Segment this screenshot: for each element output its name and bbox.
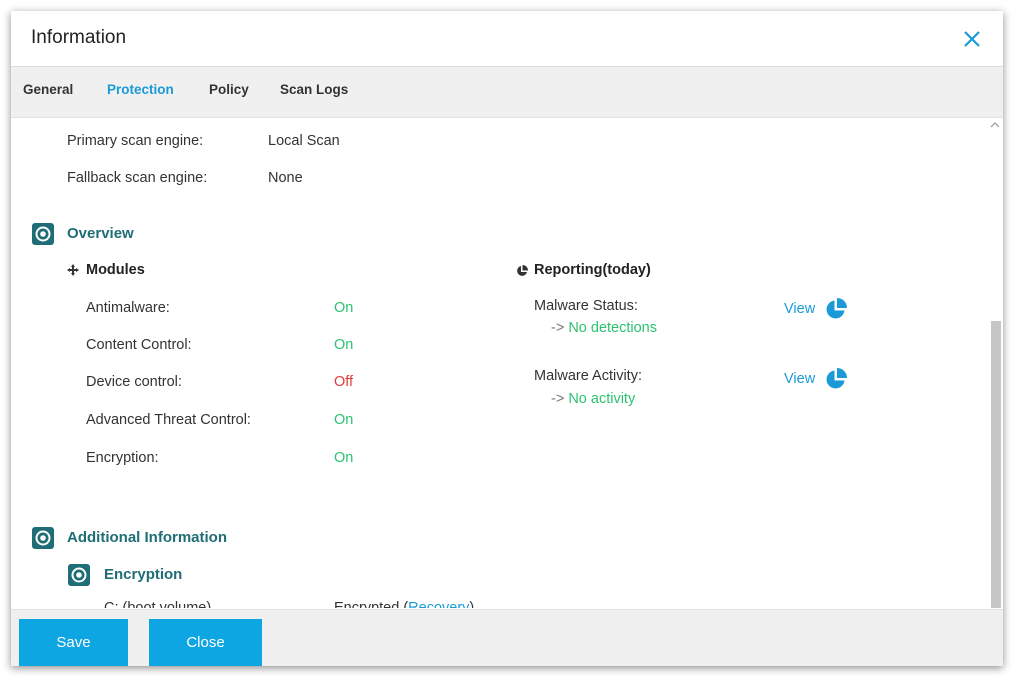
malware-activity-value: No activity — [568, 391, 636, 407]
module-content-control-status: On — [334, 337, 354, 353]
malware-activity-view-link[interactable]: View — [784, 371, 815, 387]
reporting-pie-chart-icon — [517, 265, 528, 276]
save-button[interactable]: Save — [19, 619, 128, 666]
module-device-control-status: Off — [334, 374, 354, 390]
close-icon[interactable] — [961, 28, 983, 50]
fallback-scan-engine-label: Fallback scan engine: — [67, 170, 208, 186]
scrollbar-thumb[interactable] — [991, 321, 1001, 608]
encryption-target-icon — [68, 564, 90, 586]
module-advanced-threat-control-label: Advanced Threat Control: — [86, 412, 251, 428]
arrow-text: -> — [551, 391, 565, 407]
overview-title: Overview — [67, 225, 134, 242]
module-antimalware-status: On — [334, 300, 354, 316]
dialog-title: Information — [31, 27, 127, 48]
module-encryption-status: On — [334, 450, 354, 466]
arrow-text: -> — [551, 320, 565, 336]
close-button[interactable]: Close — [149, 619, 262, 666]
module-advanced-threat-control-status: On — [334, 412, 354, 428]
dialog-header: Information — [11, 11, 1003, 67]
malware-activity-label: Malware Activity: — [534, 368, 642, 384]
malware-activity-detail: -> No activity — [551, 391, 635, 407]
tab-scan-logs[interactable]: Scan Logs — [280, 67, 348, 117]
encryption-title: Encryption — [104, 566, 183, 583]
tab-bar: General Protection Policy Scan Logs — [11, 67, 1003, 118]
primary-scan-engine-label: Primary scan engine: — [67, 133, 204, 149]
reporting-title: Reporting(today) — [534, 262, 651, 278]
malware-status-detail: -> No detections — [551, 320, 657, 336]
content-scrollbar[interactable] — [987, 118, 1003, 608]
pie-chart-icon[interactable] — [825, 298, 847, 320]
module-encryption-label: Encryption: — [86, 450, 159, 466]
tab-policy[interactable]: Policy — [209, 67, 249, 117]
module-content-control-label: Content Control: — [86, 337, 192, 353]
malware-status-view-link[interactable]: View — [784, 301, 815, 317]
information-dialog: Information General Protection Policy Sc… — [11, 11, 1003, 666]
malware-status-label: Malware Status: — [534, 298, 638, 314]
encrypted-text: Encrypted — [334, 600, 400, 608]
module-antimalware-label: Antimalware: — [86, 300, 170, 316]
pie-chart-icon[interactable] — [825, 368, 847, 390]
modules-title: Modules — [86, 262, 145, 278]
scroll-up-icon[interactable] — [990, 120, 1000, 130]
fallback-scan-engine-value: None — [268, 170, 303, 186]
overview-target-icon — [32, 223, 54, 245]
primary-scan-engine-value: Local Scan — [268, 133, 340, 149]
additional-information-title: Additional Information — [67, 529, 227, 546]
close-paren: ) — [469, 600, 475, 608]
boot-volume-status: Encrypted (Recovery) — [334, 600, 474, 608]
dialog-footer: Save Close — [11, 609, 1003, 666]
tab-protection[interactable]: Protection — [107, 67, 174, 117]
tab-general[interactable]: General — [23, 67, 73, 117]
move-icon — [67, 264, 79, 276]
malware-status-value: No detections — [568, 320, 657, 336]
protection-content: Primary scan engine: Local Scan Fallback… — [11, 118, 986, 608]
module-device-control-label: Device control: — [86, 374, 182, 390]
additional-info-target-icon — [32, 527, 54, 549]
recovery-link[interactable]: Recovery — [408, 600, 469, 608]
boot-volume-label: C: (boot volume) — [104, 600, 212, 608]
